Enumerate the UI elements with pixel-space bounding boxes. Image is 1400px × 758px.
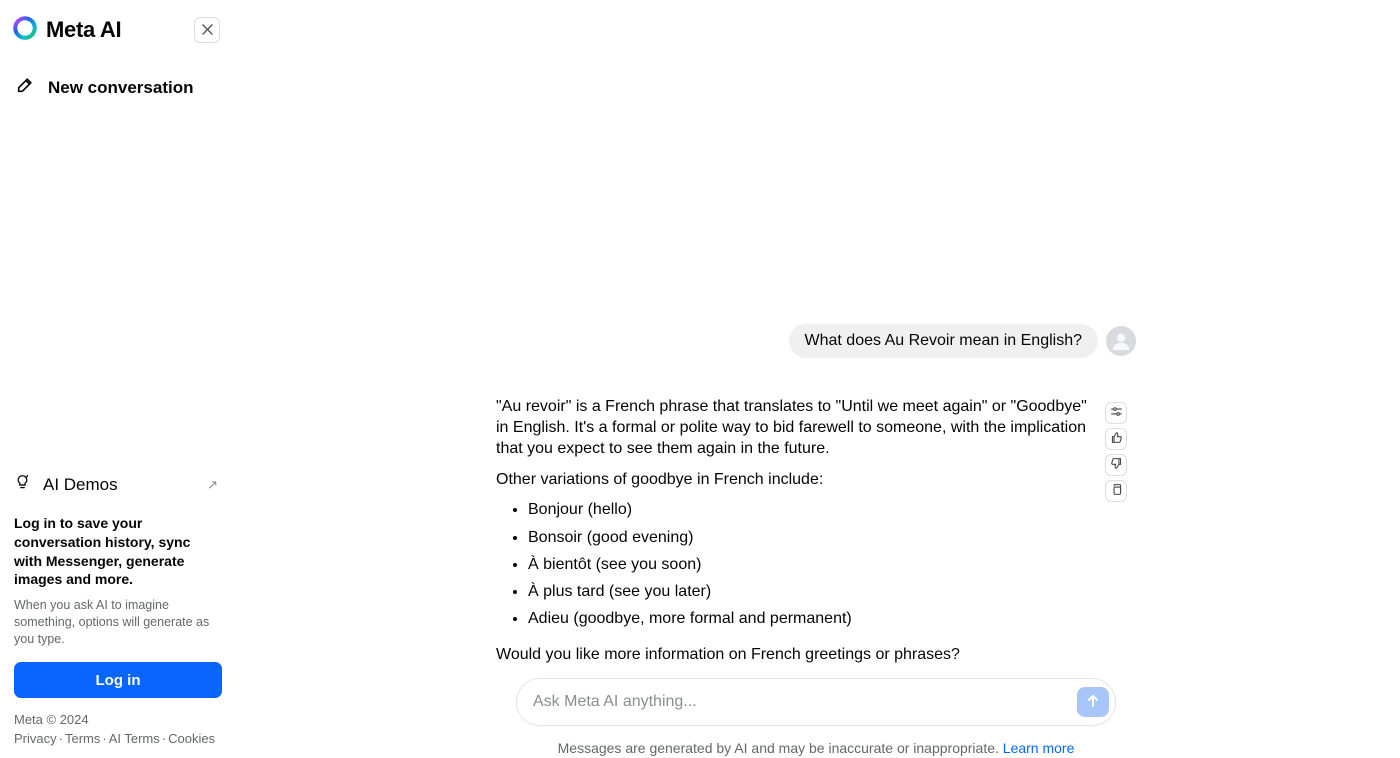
- close-sidebar-button[interactable]: [194, 17, 220, 43]
- ai-demos-link[interactable]: AI Demos ↗: [14, 464, 218, 510]
- feedback-toolbar: [1105, 402, 1127, 502]
- copy-icon: [1110, 483, 1123, 499]
- ai-response: "Au revoir" is a French phrase that tran…: [496, 396, 1096, 675]
- main-area: What does Au Revoir mean in English? "Au…: [232, 0, 1400, 758]
- sliders-icon: [1110, 405, 1123, 421]
- ai-demos-left: AI Demos: [14, 474, 118, 496]
- list-item: À bientôt (see you soon): [528, 551, 1096, 578]
- thumbs-down-button[interactable]: [1105, 454, 1127, 476]
- tune-button[interactable]: [1105, 402, 1127, 424]
- ai-paragraph-2: Other variations of goodbye in French in…: [496, 469, 1096, 490]
- send-button[interactable]: [1077, 687, 1109, 717]
- login-button[interactable]: Log in: [14, 662, 222, 698]
- copy-button[interactable]: [1105, 480, 1127, 502]
- login-prompt-description: When you ask AI to imagine something, op…: [14, 597, 218, 648]
- external-link-icon: ↗: [207, 477, 218, 493]
- ai-paragraph-1: "Au revoir" is a French phrase that tran…: [496, 396, 1096, 459]
- footer-link-cookies[interactable]: Cookies: [168, 731, 215, 746]
- brand[interactable]: Meta AI: [12, 15, 121, 46]
- close-icon: [202, 23, 213, 38]
- thumbs-up-icon: [1110, 431, 1123, 447]
- user-message-bubble: What does Au Revoir mean in English?: [789, 324, 1098, 358]
- new-conversation-icon: [16, 76, 34, 99]
- new-conversation-label: New conversation: [48, 78, 194, 98]
- login-prompt-title: Log in to save your conversation history…: [14, 514, 218, 590]
- list-item: À plus tard (see you later): [528, 578, 1096, 605]
- list-item: Bonsoir (good evening): [528, 524, 1096, 551]
- brand-name: Meta AI: [46, 17, 121, 43]
- list-item: Adieu (goodbye, more formal and permanen…: [528, 605, 1096, 632]
- footer-links: Privacy·Terms·AI Terms·Cookies: [14, 731, 218, 746]
- user-message-text: What does Au Revoir mean in English?: [805, 332, 1082, 349]
- sidebar-top: Meta AI New conversation: [0, 0, 232, 111]
- thumbs-up-button[interactable]: [1105, 428, 1127, 450]
- disclaimer: Messages are generated by AI and may be …: [516, 740, 1116, 756]
- new-conversation-button[interactable]: New conversation: [12, 64, 220, 111]
- thumbs-down-icon: [1110, 457, 1123, 473]
- disclaimer-text: Messages are generated by AI and may be …: [558, 740, 1003, 756]
- conversation: What does Au Revoir mean in English? "Au…: [496, 0, 1136, 682]
- ai-paragraph-3: Would you like more information on Frenc…: [496, 644, 1096, 665]
- learn-more-link[interactable]: Learn more: [1003, 740, 1075, 756]
- user-message-row: What does Au Revoir mean in English?: [789, 324, 1136, 358]
- lightbulb-icon: [14, 474, 31, 496]
- ai-demos-label: AI Demos: [43, 475, 118, 495]
- composer: [516, 678, 1116, 726]
- meta-ai-logo-icon: [12, 15, 38, 46]
- user-avatar: [1106, 326, 1136, 356]
- login-button-label: Log in: [96, 672, 141, 689]
- arrow-up-icon: [1085, 693, 1101, 712]
- list-item: Bonjour (hello): [528, 496, 1096, 523]
- conversation-wrap: What does Au Revoir mean in English? "Au…: [232, 0, 1400, 682]
- footer-link-ai-terms[interactable]: AI Terms: [109, 731, 160, 746]
- sidebar: Meta AI New conversation: [0, 0, 232, 758]
- brand-row: Meta AI: [12, 10, 220, 50]
- composer-area: Messages are generated by AI and may be …: [232, 678, 1400, 758]
- footer-link-privacy[interactable]: Privacy: [14, 731, 57, 746]
- copyright-text: Meta © 2024: [14, 712, 218, 727]
- footer-link-terms[interactable]: Terms: [65, 731, 100, 746]
- sidebar-bottom: AI Demos ↗ Log in to save your conversat…: [0, 454, 232, 758]
- app-root: Meta AI New conversation: [0, 0, 1400, 758]
- message-input[interactable]: [533, 693, 1077, 711]
- ai-list: Bonjour (hello) Bonsoir (good evening) À…: [496, 496, 1096, 632]
